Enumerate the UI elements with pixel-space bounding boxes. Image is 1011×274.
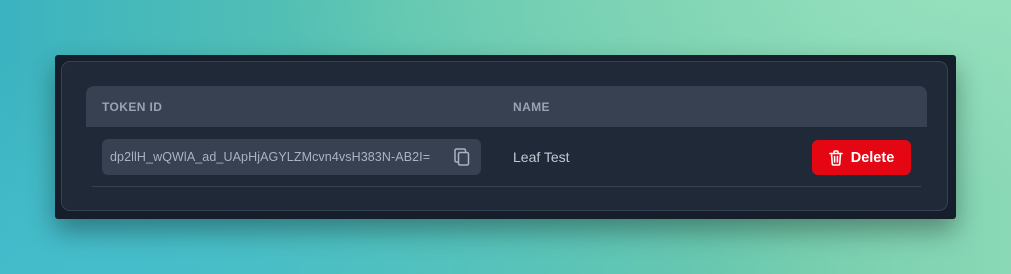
column-header-name: NAME xyxy=(513,100,550,114)
token-id-field[interactable]: dp2llH_wQWlA_ad_UApHjAGYLZMcvn4vsH383N-A… xyxy=(102,139,481,175)
table-header: TOKEN ID NAME xyxy=(86,86,927,127)
token-name: Leaf Test xyxy=(513,149,570,165)
trash-icon xyxy=(828,149,843,166)
row-divider xyxy=(92,186,921,187)
column-header-token-id: TOKEN ID xyxy=(102,100,163,114)
delete-button[interactable]: Delete xyxy=(812,140,911,175)
table-row: dp2llH_wQWlA_ad_UApHjAGYLZMcvn4vsH383N-A… xyxy=(86,127,927,187)
token-window: TOKEN ID NAME dp2llH_wQWlA_ad_UApHjAGYLZ… xyxy=(55,55,956,219)
copy-icon[interactable] xyxy=(452,147,472,167)
tokens-card: TOKEN ID NAME dp2llH_wQWlA_ad_UApHjAGYLZ… xyxy=(61,61,948,211)
token-id-value[interactable]: dp2llH_wQWlA_ad_UApHjAGYLZMcvn4vsH383N-A… xyxy=(110,150,430,164)
delete-button-label: Delete xyxy=(850,149,895,166)
